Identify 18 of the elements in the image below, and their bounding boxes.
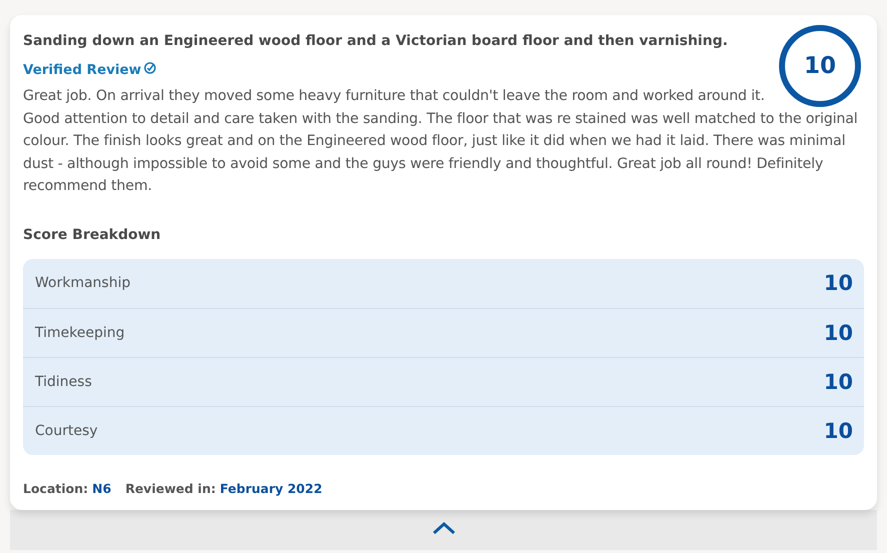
score-value: 10: [824, 271, 853, 295]
overall-score: 10: [779, 25, 861, 107]
review-title: Sanding down an Engineered wood floor and a Victorian board floor and then varnishing.: [23, 32, 729, 51]
score-label: Workmanship: [35, 275, 130, 291]
reviewed-label: Reviewed in:: [125, 480, 216, 496]
check-badge-icon: [144, 62, 156, 74]
score-label: Tidiness: [35, 374, 92, 390]
breakdown-heading: Score Breakdown: [23, 226, 162, 242]
score-label: Courtesy: [35, 422, 98, 438]
verified-label: Verified Review: [23, 62, 142, 78]
score-value: 10: [824, 320, 853, 344]
score-value: 10: [824, 370, 853, 394]
chevron-up-icon[interactable]: [432, 520, 456, 534]
location-label: Location:: [23, 480, 88, 496]
location-value: N6: [92, 480, 112, 496]
reviewed-date: February 2022: [220, 480, 322, 496]
score-value: 10: [824, 418, 853, 442]
score-label: Timekeeping: [35, 324, 125, 340]
